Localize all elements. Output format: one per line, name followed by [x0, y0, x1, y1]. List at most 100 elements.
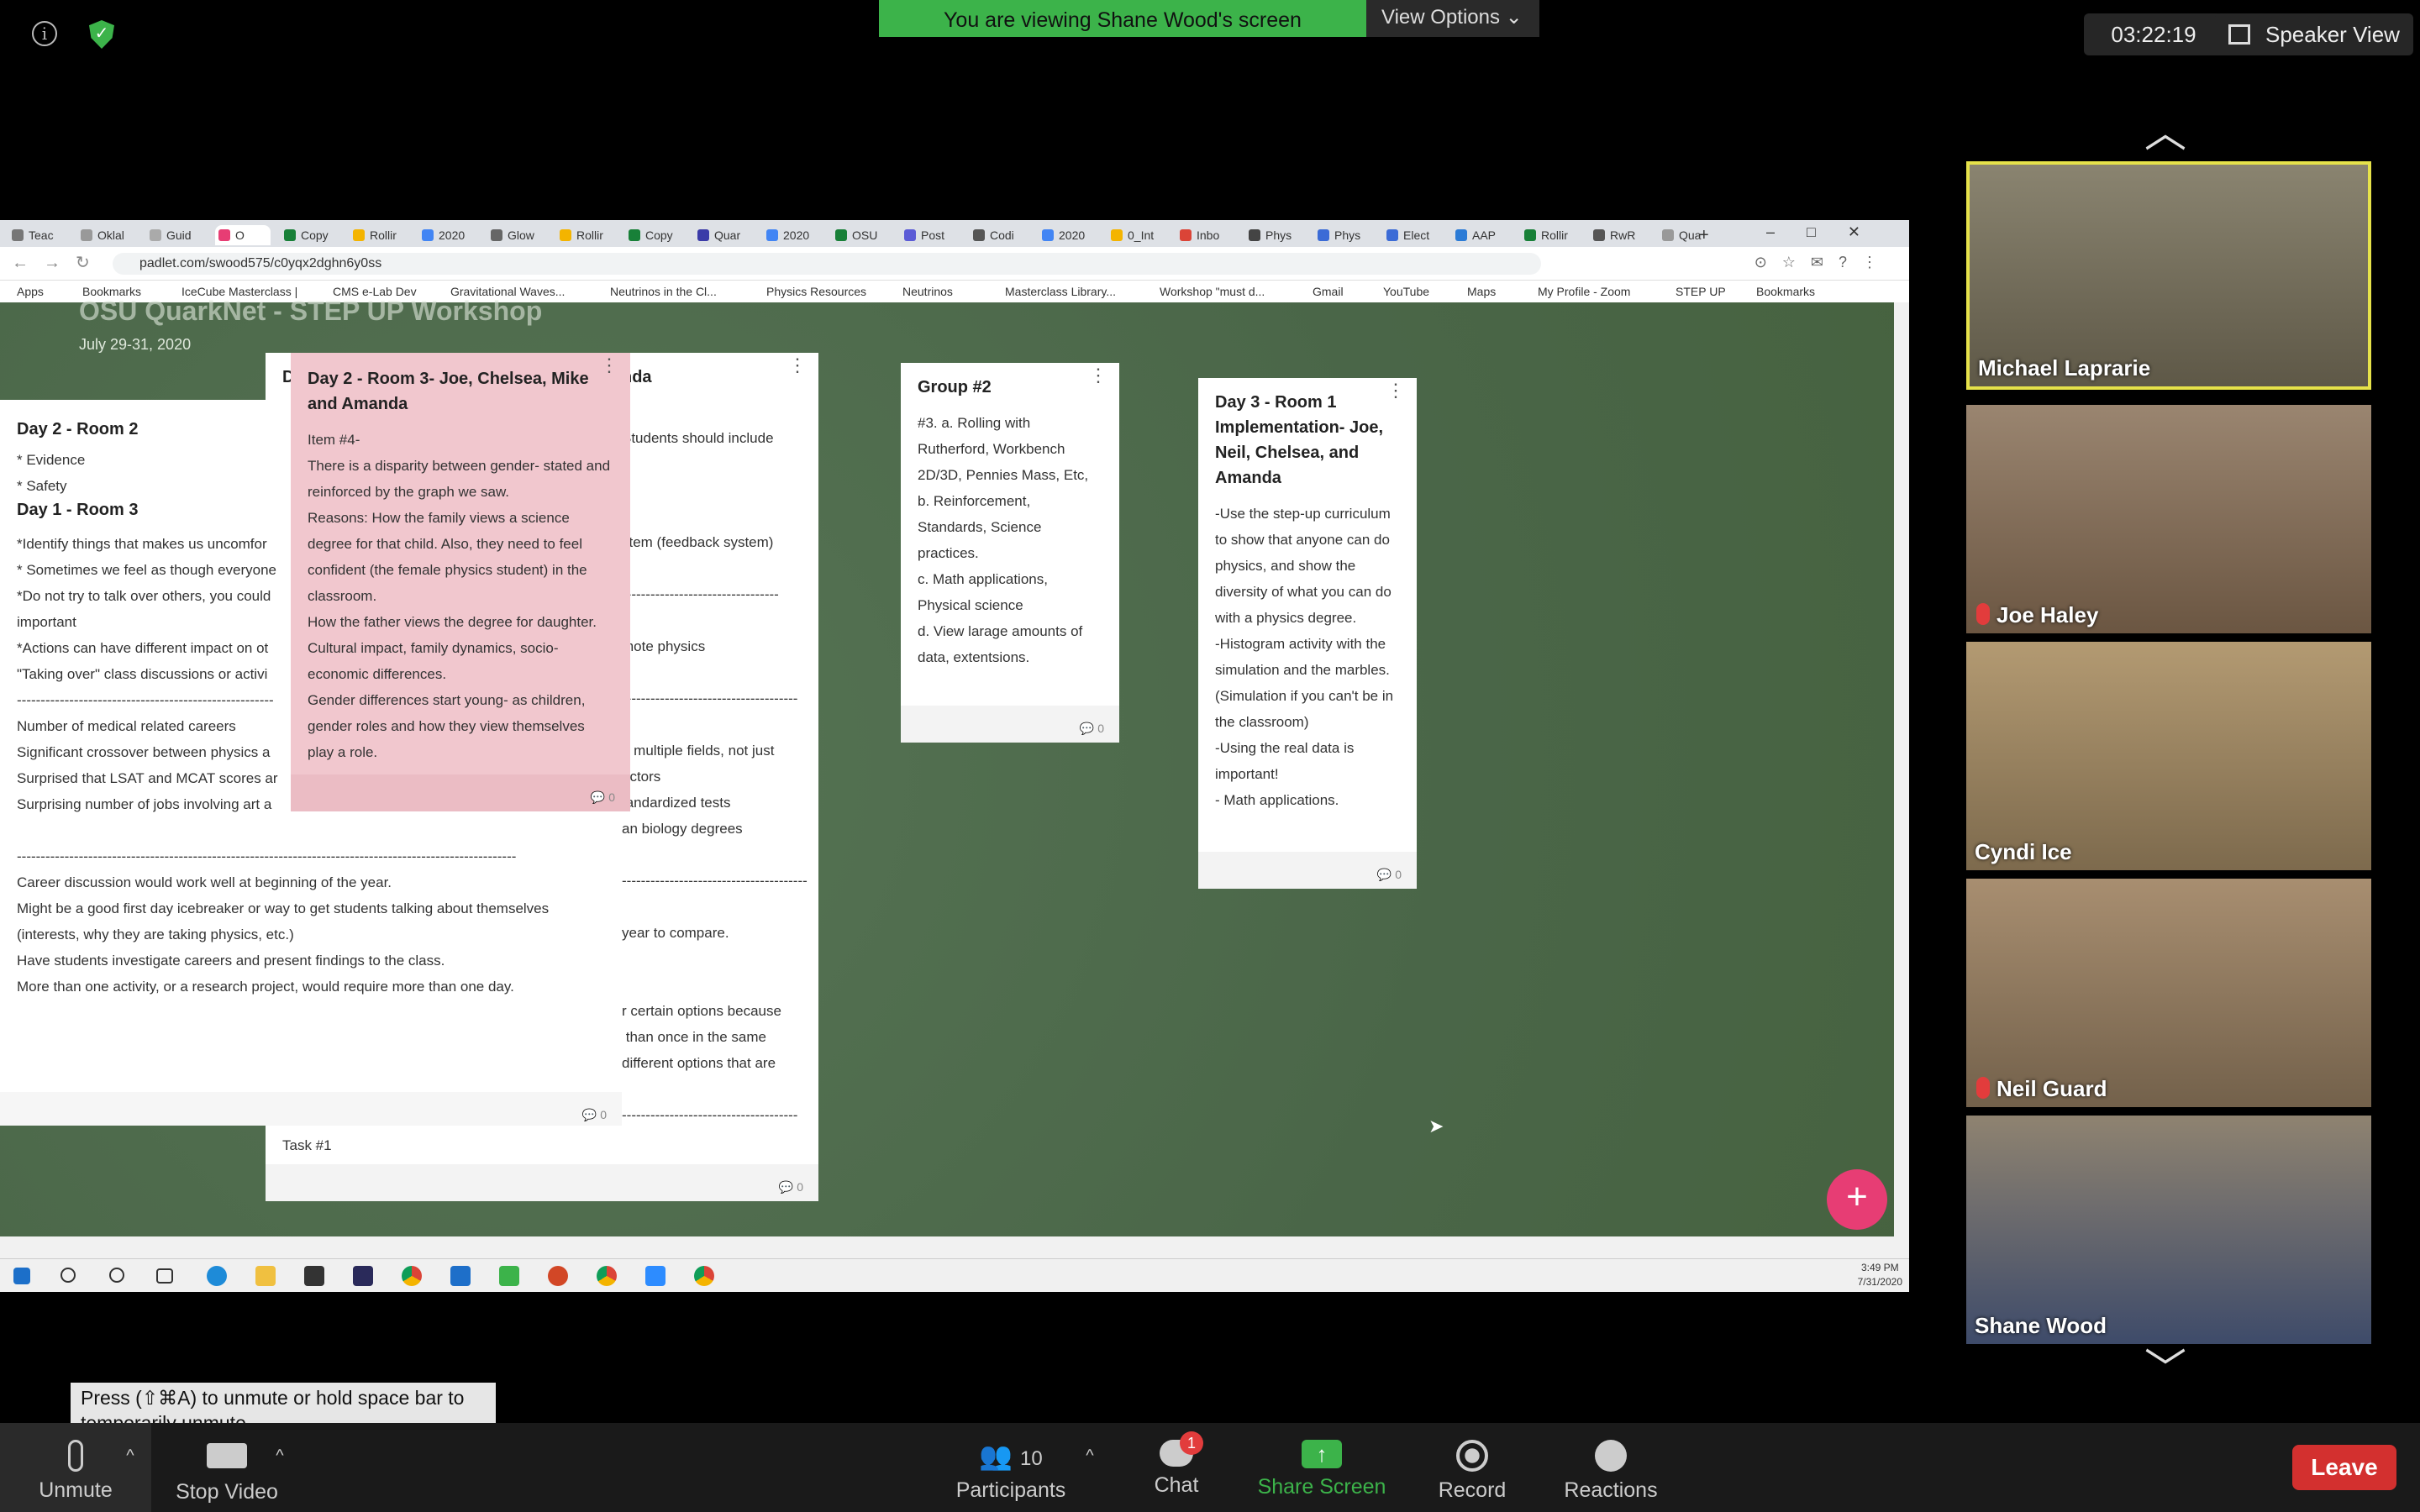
- more-options-icon[interactable]: ⋮: [1386, 381, 1405, 400]
- url-field[interactable]: padlet.com/swood575/c0yqx2dghn6y0ss: [113, 253, 1541, 275]
- task-view-icon[interactable]: [156, 1268, 173, 1284]
- comment-footer[interactable]: 💬 0: [291, 774, 630, 811]
- edge-icon[interactable]: [207, 1266, 227, 1286]
- bookmark-item[interactable]: Neutrinos: [902, 285, 953, 298]
- browser-tab[interactable]: Rollir: [556, 225, 620, 245]
- audio-options-caret[interactable]: ^: [118, 1446, 143, 1472]
- zoom-toolbar: Unmute ^ Stop Video ^ 👥 10 Participants …: [0, 1423, 2420, 1512]
- file-explorer-icon[interactable]: [255, 1266, 276, 1286]
- nav-arrows-icon[interactable]: ←→↻: [12, 252, 105, 273]
- post-card-day-3[interactable]: ⋮ Day 3 - Room 1 Implementation- Joe, Ne…: [1198, 378, 1417, 889]
- share-screen-button[interactable]: ↑ Share Screen: [1250, 1423, 1393, 1512]
- new-tab-icon[interactable]: +: [1699, 225, 1719, 245]
- chevron-down-icon[interactable]: ﹀: [2144, 1336, 2186, 1396]
- participant-video[interactable]: Neil Guard: [1966, 879, 2371, 1107]
- bookmark-item[interactable]: Physics Resources: [766, 285, 866, 298]
- horizontal-scrollbar[interactable]: [0, 1236, 1894, 1258]
- browser-tab[interactable]: Inbo: [1176, 225, 1240, 245]
- post-card-pink[interactable]: ⋮ Day 2 - Room 3- Joe, Chelsea, Mike and…: [291, 353, 630, 811]
- browser-tab[interactable]: 2020: [418, 225, 482, 245]
- more-options-icon[interactable]: ⋮: [788, 356, 807, 375]
- view-options-button[interactable]: View Options ⌄: [1366, 0, 1539, 37]
- bookmark-item[interactable]: STEP UP: [1676, 285, 1726, 298]
- browser-tab[interactable]: OSU: [832, 225, 896, 245]
- browser-tab[interactable]: Glow: [487, 225, 551, 245]
- participant-name: Cyndi Ice: [1975, 839, 2072, 864]
- chevron-down-icon: ⌄: [1505, 6, 1523, 29]
- browser-tab[interactable]: Copy: [281, 225, 345, 245]
- reactions-button[interactable]: Reactions: [1555, 1423, 1667, 1512]
- window-controls[interactable]: –□✕: [1766, 223, 1892, 241]
- terminal-icon[interactable]: [353, 1266, 373, 1286]
- app-icon[interactable]: [499, 1266, 519, 1286]
- leave-button[interactable]: Leave: [2292, 1445, 2396, 1490]
- bookmark-item[interactable]: Apps: [17, 285, 44, 298]
- more-options-icon[interactable]: ⋮: [1089, 366, 1107, 385]
- bookmark-item[interactable]: Bookmarks: [1756, 285, 1815, 298]
- participant-video[interactable]: Joe Haley: [1966, 405, 2371, 633]
- bookmark-item[interactable]: Neutrinos in the Cl...: [610, 285, 717, 298]
- browser-tab[interactable]: Codi: [970, 225, 1034, 245]
- bookmark-item[interactable]: Workshop "must d...: [1160, 285, 1265, 298]
- participant-video[interactable]: Cyndi Ice: [1966, 642, 2371, 870]
- bookmark-item[interactable]: Gmail: [1313, 285, 1344, 298]
- chrome-icon[interactable]: [402, 1266, 422, 1286]
- browser-tab[interactable]: Oklal: [77, 225, 141, 245]
- browser-tab[interactable]: Phys: [1245, 225, 1309, 245]
- browser-tab[interactable]: Quar: [694, 225, 758, 245]
- record-button[interactable]: Record: [1428, 1423, 1516, 1512]
- comment-footer[interactable]: 💬 0: [266, 1164, 818, 1201]
- browser-tab[interactable]: Post: [901, 225, 965, 245]
- browser-tab[interactable]: Elect: [1383, 225, 1447, 245]
- browser-tab[interactable]: 2020: [1039, 225, 1102, 245]
- chevron-up-icon[interactable]: ︿: [2144, 99, 2186, 160]
- speaker-view-button[interactable]: Speaker View: [2215, 13, 2413, 55]
- bookmark-item[interactable]: Maps: [1467, 285, 1496, 298]
- browser-tab[interactable]: Phys: [1314, 225, 1378, 245]
- browser-tab[interactable]: Copy: [625, 225, 689, 245]
- info-icon[interactable]: i: [32, 21, 57, 46]
- chrome-icon[interactable]: [694, 1266, 714, 1286]
- participant-video[interactable]: Shane Wood: [1966, 1116, 2371, 1344]
- comment-footer[interactable]: 💬 0: [901, 706, 1119, 743]
- post-card-group-2[interactable]: ⋮ Group #2 #3. a. Rolling with Rutherfor…: [901, 363, 1119, 743]
- stop-video-label: Stop Video: [176, 1480, 278, 1504]
- cortana-icon[interactable]: [109, 1268, 124, 1283]
- browser-tab[interactable]: Teac: [8, 225, 72, 245]
- bookmark-item[interactable]: Masterclass Library...: [1005, 285, 1116, 298]
- browser-tab[interactable]: AAP: [1452, 225, 1516, 245]
- browser-tab[interactable]: Rollir: [1521, 225, 1585, 245]
- mail-icon[interactable]: [450, 1266, 471, 1286]
- browser-tab[interactable]: RwR: [1590, 225, 1654, 245]
- browser-tab-bar: Teac Oklal Guid O Copy Rollir 2020 Glow …: [0, 220, 1909, 247]
- post-body: -Use the step-up curriculum to show that…: [1215, 506, 1394, 808]
- browser-tab[interactable]: Rollir: [350, 225, 413, 245]
- browser-tab-active[interactable]: O: [215, 225, 271, 245]
- view-options-label: View Options: [1381, 6, 1500, 29]
- chat-button[interactable]: 1 Chat: [1134, 1423, 1218, 1512]
- post-footer-text: Task #1: [282, 1137, 332, 1153]
- windows-start-icon[interactable]: [13, 1268, 30, 1284]
- bookmark-item[interactable]: My Profile - Zoom: [1538, 285, 1630, 298]
- post-title: Day 3 - Room 1 Implementation- Joe, Neil…: [1215, 393, 1384, 487]
- powerpoint-icon[interactable]: [548, 1266, 568, 1286]
- store-icon[interactable]: [304, 1266, 324, 1286]
- bookmark-item[interactable]: YouTube: [1383, 285, 1429, 298]
- zoom-icon[interactable]: [645, 1266, 666, 1286]
- browser-tab[interactable]: Guid: [146, 225, 210, 245]
- extension-icons[interactable]: ⊙☆✉?⋮: [1754, 254, 1892, 271]
- vertical-scrollbar[interactable]: [1894, 302, 1909, 1292]
- participant-video[interactable]: Michael Laprarie: [1966, 161, 2371, 390]
- record-icon: [1456, 1440, 1488, 1472]
- more-options-icon[interactable]: ⋮: [600, 356, 618, 375]
- search-icon[interactable]: [60, 1268, 76, 1283]
- comment-footer[interactable]: 💬 0: [0, 1092, 622, 1126]
- comment-footer[interactable]: 💬 0: [1198, 852, 1417, 889]
- browser-tab[interactable]: 2020: [763, 225, 827, 245]
- participants-button[interactable]: 👥 10 Participants: [944, 1423, 1077, 1512]
- browser-tab[interactable]: 0_Int: [1107, 225, 1171, 245]
- add-post-button[interactable]: +: [1827, 1169, 1887, 1230]
- video-options-caret[interactable]: ^: [267, 1446, 292, 1472]
- chrome-icon[interactable]: [597, 1266, 617, 1286]
- participants-options-caret[interactable]: ^: [1077, 1446, 1102, 1472]
